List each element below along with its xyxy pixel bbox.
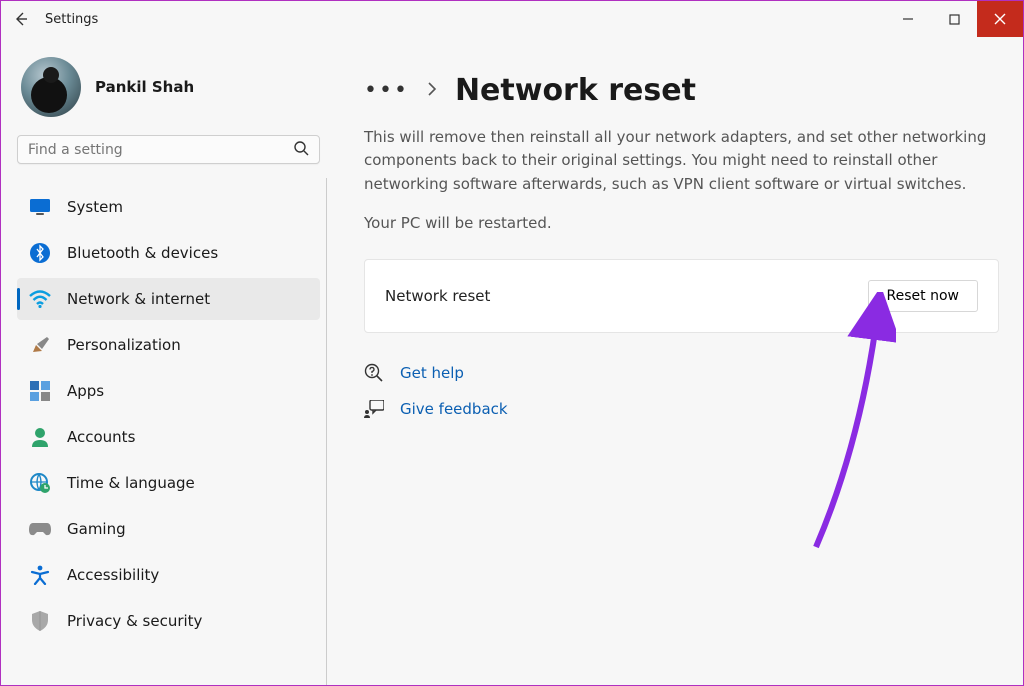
sidebar-item-label: Gaming xyxy=(67,520,126,538)
gamepad-icon xyxy=(29,518,51,540)
bluetooth-icon xyxy=(29,242,51,264)
network-reset-card: Network reset Reset now xyxy=(364,259,999,333)
sidebar-item-apps[interactable]: Apps xyxy=(17,370,320,412)
back-button[interactable] xyxy=(1,1,41,37)
restart-notice: Your PC will be restarted. xyxy=(364,212,999,235)
arrow-left-icon xyxy=(13,11,29,27)
paintbrush-icon xyxy=(29,334,51,356)
get-help-row: Get help xyxy=(364,363,999,383)
shield-icon xyxy=(29,610,51,632)
avatar xyxy=(21,57,81,117)
sidebar-item-label: Accounts xyxy=(67,428,135,446)
page-title: Network reset xyxy=(455,73,696,108)
sidebar-item-gaming[interactable]: Gaming xyxy=(17,508,320,550)
sidebar-item-label: Apps xyxy=(67,382,104,400)
sidebar-item-label: System xyxy=(67,198,123,216)
sidebar-item-label: Privacy & security xyxy=(67,612,202,630)
monitor-icon xyxy=(29,196,51,218)
sidebar-item-label: Bluetooth & devices xyxy=(67,244,218,262)
sidebar-item-accounts[interactable]: Accounts xyxy=(17,416,320,458)
give-feedback-link[interactable]: Give feedback xyxy=(400,400,508,418)
sidebar-item-bluetooth[interactable]: Bluetooth & devices xyxy=(17,232,320,274)
globe-clock-icon xyxy=(29,472,51,494)
close-icon xyxy=(994,13,1006,25)
maximize-button[interactable] xyxy=(931,1,977,37)
title-bar: Settings xyxy=(1,1,1023,37)
main-content: ••• Network reset This will remove then … xyxy=(336,37,1023,685)
sidebar-item-label: Network & internet xyxy=(67,290,210,308)
sidebar-item-personalization[interactable]: Personalization xyxy=(17,324,320,366)
give-feedback-row: Give feedback xyxy=(364,399,999,419)
sidebar: Pankil Shah System Bluetooth & devices xyxy=(1,37,336,685)
search-field[interactable] xyxy=(17,135,320,164)
sidebar-item-label: Accessibility xyxy=(67,566,159,584)
user-icon xyxy=(29,426,51,448)
minimize-button[interactable] xyxy=(885,1,931,37)
wifi-icon xyxy=(29,288,51,310)
sidebar-item-accessibility[interactable]: Accessibility xyxy=(17,554,320,596)
search-icon xyxy=(293,140,309,160)
chevron-right-icon xyxy=(427,81,437,100)
nav-list: System Bluetooth & devices Network & int… xyxy=(17,178,327,685)
sidebar-item-time-language[interactable]: Time & language xyxy=(17,462,320,504)
profile-block[interactable]: Pankil Shah xyxy=(17,51,326,135)
help-icon xyxy=(364,363,384,383)
card-label: Network reset xyxy=(385,287,490,305)
profile-name: Pankil Shah xyxy=(95,78,194,96)
feedback-icon xyxy=(364,399,384,419)
sidebar-item-privacy[interactable]: Privacy & security xyxy=(17,600,320,642)
reset-now-button[interactable]: Reset now xyxy=(868,280,978,312)
breadcrumb-more-button[interactable]: ••• xyxy=(364,78,409,103)
close-button[interactable] xyxy=(977,1,1023,37)
minimize-icon xyxy=(902,13,914,25)
accessibility-icon xyxy=(29,564,51,586)
maximize-icon xyxy=(949,14,960,25)
sidebar-item-label: Time & language xyxy=(67,474,195,492)
apps-icon xyxy=(29,380,51,402)
sidebar-item-label: Personalization xyxy=(67,336,181,354)
sidebar-item-system[interactable]: System xyxy=(17,186,320,228)
page-description: This will remove then reinstall all your… xyxy=(364,126,999,196)
sidebar-item-network[interactable]: Network & internet xyxy=(17,278,320,320)
search-input[interactable] xyxy=(28,142,293,158)
window-title: Settings xyxy=(41,12,98,27)
breadcrumb: ••• Network reset xyxy=(364,73,999,108)
get-help-link[interactable]: Get help xyxy=(400,364,464,382)
